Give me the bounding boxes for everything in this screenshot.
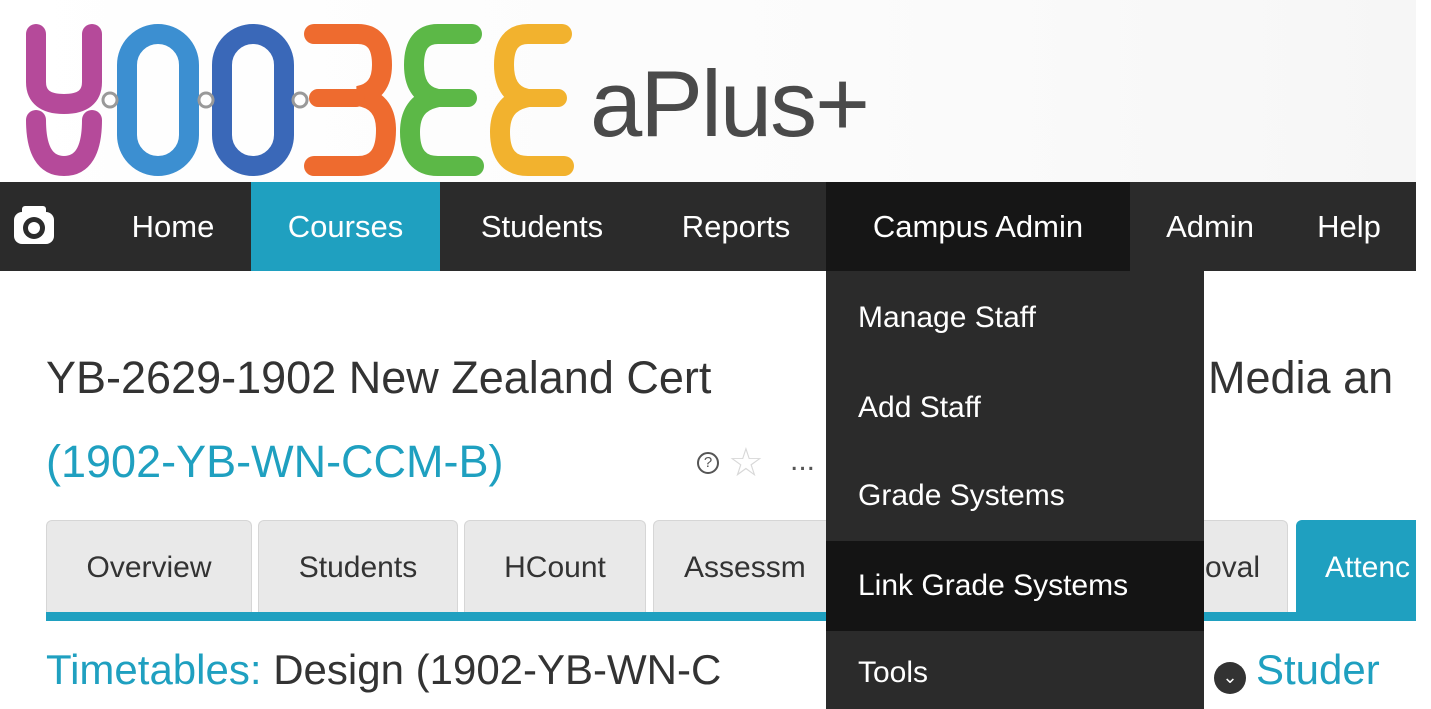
page-title-continued: Media an	[1208, 352, 1394, 403]
app-header: aPlus+	[0, 0, 1431, 182]
nav-help[interactable]: Help	[1292, 182, 1406, 271]
menu-item-link-grade-systems[interactable]: Link Grade Systems	[826, 541, 1204, 631]
tab-attendance[interactable]: Attenc	[1296, 520, 1426, 613]
more-menu[interactable]: ...	[790, 444, 815, 478]
timetables-label: Timetables:	[46, 646, 262, 693]
camera-logo-icon[interactable]	[12, 204, 56, 248]
nav-admin[interactable]: Admin	[1142, 182, 1278, 271]
main-navbar: Home Courses Students Reports Campus Adm…	[0, 182, 1416, 271]
students-link[interactable]: Studer	[1256, 646, 1380, 694]
course-code: (1902-YB-WN-CCM-B)	[46, 436, 504, 487]
nav-students[interactable]: Students	[452, 182, 632, 271]
tab-underline	[46, 612, 1416, 621]
right-edge	[1416, 0, 1431, 709]
nav-campus-admin[interactable]: Campus Admin	[826, 182, 1130, 271]
question-circle-icon[interactable]: ?	[697, 452, 719, 474]
yoobee-logo[interactable]: aPlus+	[22, 20, 870, 180]
campus-admin-dropdown: Manage Staff Add Staff Grade Systems Lin…	[826, 271, 1204, 709]
timetables-row: Timetables: Design (1902-YB-WN-C	[46, 646, 721, 694]
tab-hcount[interactable]: HCount	[464, 520, 646, 613]
menu-item-add-staff[interactable]: Add Staff	[826, 361, 1204, 451]
tab-students[interactable]: Students	[258, 520, 458, 613]
page-title: YB-2629-1902 New Zealand Cert	[46, 352, 712, 403]
product-name: aPlus+	[590, 51, 870, 156]
nav-reports[interactable]: Reports	[652, 182, 820, 271]
chevron-down-circle-icon[interactable]: ⌄	[1214, 662, 1246, 694]
menu-item-manage-staff[interactable]: Manage Staff	[826, 271, 1204, 361]
tab-overview[interactable]: Overview	[46, 520, 252, 613]
nav-home[interactable]: Home	[104, 182, 242, 271]
timetables-value: Design (1902-YB-WN-C	[273, 646, 722, 693]
nav-courses[interactable]: Courses	[251, 182, 440, 271]
star-outline-icon[interactable]: ☆	[728, 440, 764, 486]
yoobee-wordmark	[26, 24, 574, 177]
menu-item-tools[interactable]: Tools	[826, 631, 1204, 709]
menu-item-grade-systems[interactable]: Grade Systems	[826, 451, 1204, 541]
tab-assessments[interactable]: Assessm	[653, 520, 853, 613]
